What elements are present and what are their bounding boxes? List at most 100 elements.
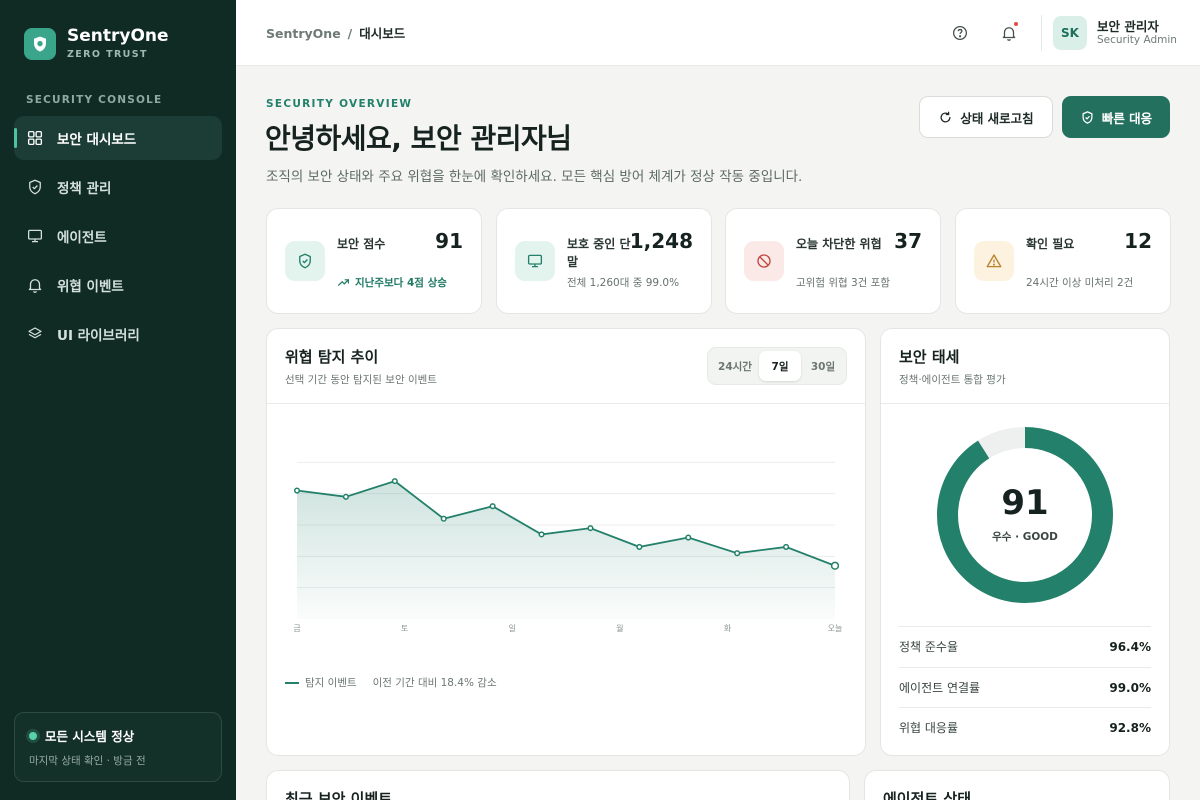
sidebar-nav: 보안 대시보드 정책 관리 에이전트 위협 이벤트 UI 라이브러리: [14, 116, 222, 361]
metric-row: 위협 대응률 92.8%: [899, 707, 1151, 747]
metric-label: 에이전트 연결률: [899, 681, 981, 695]
sidebar-item-agents[interactable]: 에이전트: [14, 214, 222, 258]
chart-point[interactable]: [293, 487, 301, 494]
x-tick-label: 일: [509, 624, 516, 633]
warning-icon: [986, 254, 1002, 268]
brand[interactable]: SentryOne ZERO TRUST: [24, 26, 169, 62]
help-icon: [952, 25, 968, 41]
stat-label: 확인 필요: [1026, 237, 1075, 251]
stat-value: 37: [894, 229, 922, 253]
topbar-divider: [1041, 15, 1042, 51]
shield-check-icon: [1080, 110, 1095, 125]
stat-card-blocked-threats[interactable]: 오늘 차단한 위협 37 고위험 위협 3건 포함: [725, 208, 941, 314]
sidebar-item-ui-library[interactable]: UI 라이브러리: [14, 312, 222, 356]
metric-label: 위협 대응률: [899, 721, 959, 735]
notifications-button[interactable]: [996, 20, 1022, 46]
brand-name: SentryOne: [67, 26, 169, 46]
trend-up-icon: [338, 279, 349, 286]
shield-logo-icon: [24, 28, 56, 60]
panel-divider: [267, 403, 865, 404]
stat-subtext: 전체 1,260대 중 99.0%: [567, 277, 680, 289]
security-posture-panel: 보안 태세 정책·에이전트 통합 평가 91 우수 · GOOD 정책 준수율 …: [880, 328, 1170, 756]
threat-trend-chart: 금 토 일 월 화 오늘: [293, 461, 843, 633]
threat-trend-panel: 위협 탐지 추이 선택 기간 동안 탐지된 보안 이벤트 24시간 7일 30일…: [266, 328, 866, 756]
bell-icon: [26, 276, 44, 294]
system-status-card: 모든 시스템 정상 마지막 상태 확인 · 방금 전: [14, 712, 222, 782]
chart-area-fill: [297, 481, 835, 619]
chart-point[interactable]: [830, 561, 840, 570]
stat-subtext: 24시간 이상 미처리 2건: [1026, 277, 1134, 289]
stat-icon-wrap: [285, 241, 325, 281]
x-tick-label: 오늘: [828, 624, 843, 633]
metric-value: 99.0%: [1109, 680, 1151, 695]
sidebar-section-label: SECURITY CONSOLE: [26, 94, 163, 106]
system-status-title: 모든 시스템 정상: [45, 729, 135, 744]
chart-point[interactable]: [734, 550, 741, 557]
stat-icon-wrap: [974, 241, 1014, 281]
page-subtitle: 조직의 보안 상태와 주요 위협을 한눈에 확인하세요. 모든 핵심 방어 체계…: [266, 169, 803, 185]
chart-point[interactable]: [783, 543, 790, 550]
main-content: SECURITY OVERVIEW 안녕하세요, 보안 관리자님 조직의 보안 …: [236, 66, 1200, 800]
breadcrumb-root[interactable]: SentryOne: [266, 26, 341, 41]
system-status-subtitle: 마지막 상태 확인 · 방금 전: [29, 755, 146, 767]
recent-events-panel: 최근 보안 이벤트: [266, 770, 850, 800]
chart-point[interactable]: [342, 493, 349, 500]
quick-response-label: 빠른 대응: [1101, 110, 1153, 126]
chart-point[interactable]: [440, 515, 447, 522]
agent-status-panel: 에이전트 상태: [864, 770, 1170, 800]
stat-card-security-score[interactable]: 보안 점수 91 지난주보다 4점 상승: [266, 208, 482, 314]
sidebar-item-dashboard[interactable]: 보안 대시보드: [14, 116, 222, 160]
x-tick-label: 월: [616, 623, 623, 633]
panel-title: 보안 태세: [899, 348, 960, 366]
sidebar-item-label: UI 라이브러리: [57, 328, 140, 344]
stat-value: 12: [1124, 229, 1152, 253]
stat-icon-wrap: [744, 241, 784, 281]
chart-point[interactable]: [636, 543, 643, 550]
metric-value: 96.4%: [1109, 639, 1151, 654]
x-tick-label: 금: [293, 624, 300, 633]
breadcrumb-separator: /: [347, 26, 353, 41]
monitor-icon: [527, 254, 543, 268]
chart-legend: 탐지 이벤트 이전 기간 대비 18.4% 감소: [285, 675, 497, 690]
tab-24h[interactable]: 24시간: [712, 351, 758, 381]
sidebar-item-label: 위협 이벤트: [57, 279, 124, 295]
refresh-icon: [938, 110, 953, 125]
legend-label: 탐지 이벤트: [305, 677, 357, 689]
refresh-status-button[interactable]: 상태 새로고침: [919, 96, 1053, 138]
metric-label: 정책 준수율: [899, 640, 959, 654]
metric-value: 92.8%: [1109, 720, 1151, 735]
panel-title: 위협 탐지 추이: [285, 348, 379, 366]
sidebar-item-threats[interactable]: 위협 이벤트: [14, 263, 222, 307]
breadcrumb: SentryOne / 대시보드: [266, 23, 405, 42]
shield-check-icon: [299, 253, 311, 269]
quick-response-button[interactable]: 빠른 대응: [1062, 96, 1170, 138]
tab-30d[interactable]: 30일: [802, 351, 844, 381]
grid-icon: [26, 129, 44, 147]
stat-label: 보호 중인 단말: [567, 237, 631, 269]
stat-subtext: 지난주보다 4점 상승: [355, 277, 447, 289]
stat-card-needs-review[interactable]: 확인 필요 12 24시간 이상 미처리 2건: [955, 208, 1171, 314]
chart-point[interactable]: [538, 531, 545, 538]
stat-subtext: 고위험 위협 3건 포함: [796, 277, 890, 289]
page-title: 안녕하세요, 보안 관리자님: [265, 122, 572, 155]
sidebar-item-policy[interactable]: 정책 관리: [14, 165, 222, 209]
stat-card-protected-devices[interactable]: 보호 중인 단말 1,248 전체 1,260대 중 99.0%: [496, 208, 712, 314]
avatar[interactable]: SK: [1053, 16, 1087, 50]
help-button[interactable]: [947, 20, 973, 46]
tab-7d[interactable]: 7일: [759, 351, 801, 381]
block-icon: [757, 254, 771, 268]
metric-row: 정책 준수율 96.4%: [899, 626, 1151, 666]
panel-title: 에이전트 상태: [883, 790, 972, 800]
top-bar: SentryOne / 대시보드 SK 보안 관리자 Security Admin: [236, 0, 1200, 66]
chart-point[interactable]: [587, 525, 594, 532]
chart-point[interactable]: [685, 534, 692, 541]
user-role: Security Admin: [1097, 34, 1177, 46]
stat-label: 오늘 차단한 위협: [796, 237, 882, 251]
stat-value: 1,248: [629, 229, 693, 253]
stat-label: 보안 점수: [337, 237, 386, 251]
legend-swatch: [285, 681, 299, 684]
monitor-icon: [26, 227, 44, 245]
status-dot-icon: [29, 731, 37, 740]
chart-point[interactable]: [489, 503, 496, 510]
chart-point[interactable]: [391, 478, 398, 485]
